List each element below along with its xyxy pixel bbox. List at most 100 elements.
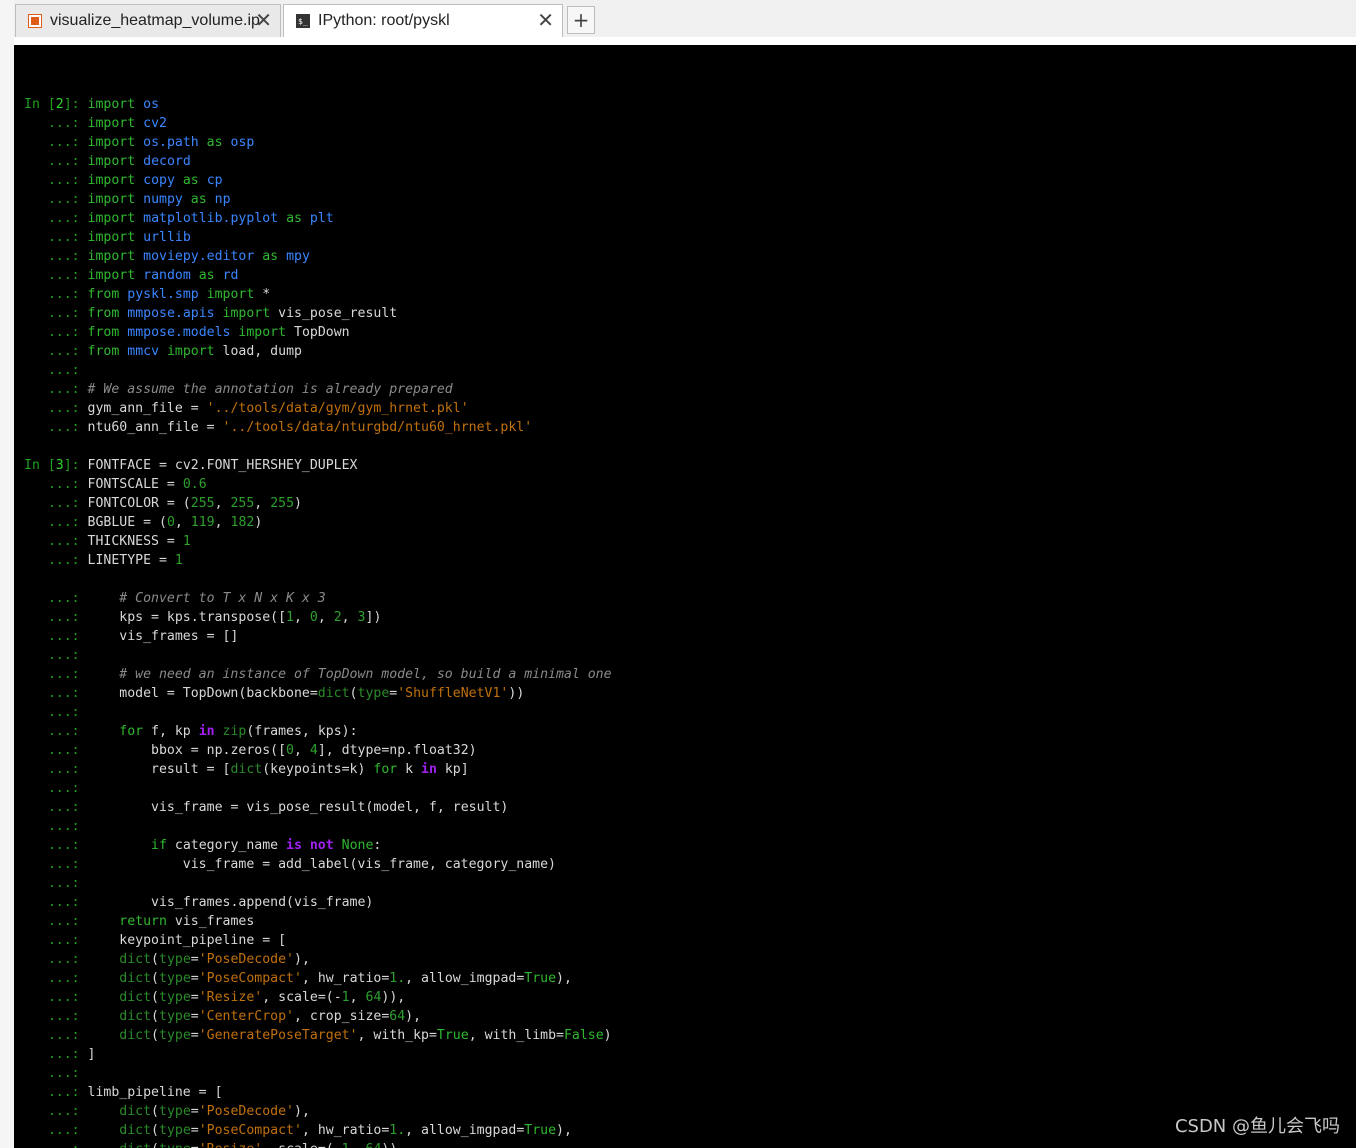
code-token: vis_pose_result xyxy=(270,306,398,321)
code-token: 'Resize' xyxy=(198,990,263,1005)
close-icon[interactable]: ✕ xyxy=(255,11,272,31)
code-token: import xyxy=(87,154,136,169)
code-token: as xyxy=(190,192,207,207)
code-token: kp] xyxy=(436,762,469,777)
console-line: In [3]: FONTFACE = cv2.FONT_HERSHEY_DUPL… xyxy=(24,456,612,475)
close-icon[interactable]: ✕ xyxy=(537,11,554,31)
code-token: 3 xyxy=(357,610,366,625)
code-token: limb_pipeline = [ xyxy=(87,1085,223,1100)
code-token: '../tools/data/gym/gym_hrnet.pkl' xyxy=(206,401,469,416)
code-token: 119 xyxy=(190,515,215,530)
console-prompt: ...: xyxy=(24,971,120,986)
ipython-console[interactable]: In [2]: import os ...: import cv2 ...: i… xyxy=(14,45,1356,1148)
code-token: type xyxy=(159,1142,191,1148)
code-token: from xyxy=(87,306,120,321)
code-token: mpy xyxy=(286,249,310,264)
console-prompt: In [ xyxy=(24,97,56,112)
code-token: import xyxy=(87,116,136,131)
code-token: True xyxy=(524,971,557,986)
console-prompt: ...: xyxy=(24,306,88,321)
code-token: 64 xyxy=(365,990,382,1005)
code-token: mmpose.models xyxy=(127,325,231,340)
console-line: ...: from pyskl.smp import * xyxy=(24,285,612,304)
code-token: FONTSCALE = xyxy=(87,477,183,492)
code-token: ( xyxy=(151,1123,159,1138)
code-token: 'PoseDecode' xyxy=(198,1104,294,1119)
code-token: urllib xyxy=(143,230,191,245)
console-prompt: ...: xyxy=(24,591,120,606)
console-prompt: ...: xyxy=(24,914,120,929)
code-token: = xyxy=(190,990,199,1005)
code-token: # We assume the annotation is already pr… xyxy=(87,382,453,397)
console-line: ...: import os.path as osp xyxy=(24,133,612,152)
code-token: ( xyxy=(151,971,159,986)
code-token: , xyxy=(350,1142,366,1148)
code-token: ( xyxy=(151,1142,159,1148)
svg-text:$_: $_ xyxy=(298,17,308,26)
console-line: ...: xyxy=(24,779,612,798)
console-output: In [2]: import os ...: import cv2 ...: i… xyxy=(24,76,612,1148)
code-token: 255 xyxy=(270,496,295,511)
code-token: BGBLUE = ( xyxy=(87,515,167,530)
console-prompt: ...: xyxy=(24,249,88,264)
code-token: True xyxy=(436,1028,469,1043)
code-token: as xyxy=(262,249,279,264)
code-token: ), xyxy=(294,952,310,967)
code-token: 0 xyxy=(309,610,318,625)
code-token: copy xyxy=(143,173,175,188)
code-token: import xyxy=(87,230,136,245)
console-line: ...: ] xyxy=(24,1045,612,1064)
console-line: ...: vis_frames.append(vis_frame) xyxy=(24,893,612,912)
console-prompt: ...: xyxy=(24,1047,88,1062)
code-token: ) xyxy=(254,515,263,530)
console-line: ...: import cv2 xyxy=(24,114,612,133)
code-token: type xyxy=(159,1028,191,1043)
console-prompt: ...: xyxy=(24,990,120,1005)
console-prompt: ...: xyxy=(24,230,88,245)
code-token: 0 xyxy=(166,515,175,530)
code-token: ( xyxy=(151,952,159,967)
console-line: ...: import decord xyxy=(24,152,612,171)
console-prompt: ...: xyxy=(24,629,120,644)
code-token: type xyxy=(159,1009,191,1024)
code-token: 255 xyxy=(230,496,255,511)
code-token: 1. xyxy=(389,1123,406,1138)
code-token: , scale=(- xyxy=(262,990,342,1005)
code-token: dict xyxy=(119,1104,152,1119)
console-line: ...: dict(type='PoseDecode'), xyxy=(24,1102,612,1121)
code-token: dict xyxy=(119,990,152,1005)
console-line: ...: keypoint_pipeline = [ xyxy=(24,931,612,950)
code-token: import xyxy=(206,287,255,302)
add-tab-button[interactable]: + xyxy=(567,6,595,34)
code-token: , with_kp= xyxy=(357,1028,437,1043)
code-token: osp xyxy=(230,135,255,150)
console-prompt: ...: xyxy=(24,781,88,796)
code-token: plt xyxy=(309,211,334,226)
console-prompt: ...: xyxy=(24,1104,120,1119)
code-token: import xyxy=(87,135,136,150)
code-token: kps = kps.transpose([ xyxy=(119,610,287,625)
code-token: , xyxy=(341,610,358,625)
console-line: ...: from mmpose.models import TopDown xyxy=(24,323,612,342)
tab-ipython[interactable]: $_ IPython: root/pyskl ✕ xyxy=(283,4,563,37)
console-prompt: ...: xyxy=(24,1066,88,1081)
code-token: None xyxy=(341,838,374,853)
left-gutter xyxy=(0,0,15,1148)
console-line: ...: limb_pipeline = [ xyxy=(24,1083,612,1102)
console-line: ...: import matplotlib.pyplot as plt xyxy=(24,209,612,228)
code-token: )), xyxy=(381,990,406,1005)
code-token: ( xyxy=(151,1028,159,1043)
console-line: ...: dict(type='Resize', scale=(-1, 64))… xyxy=(24,988,612,1007)
terminal-icon: $_ xyxy=(296,14,310,28)
code-token: from xyxy=(87,325,120,340)
code-token: np xyxy=(214,192,231,207)
tab-notebook[interactable]: visualize_heatmap_volume.ip ✕ xyxy=(15,4,281,37)
